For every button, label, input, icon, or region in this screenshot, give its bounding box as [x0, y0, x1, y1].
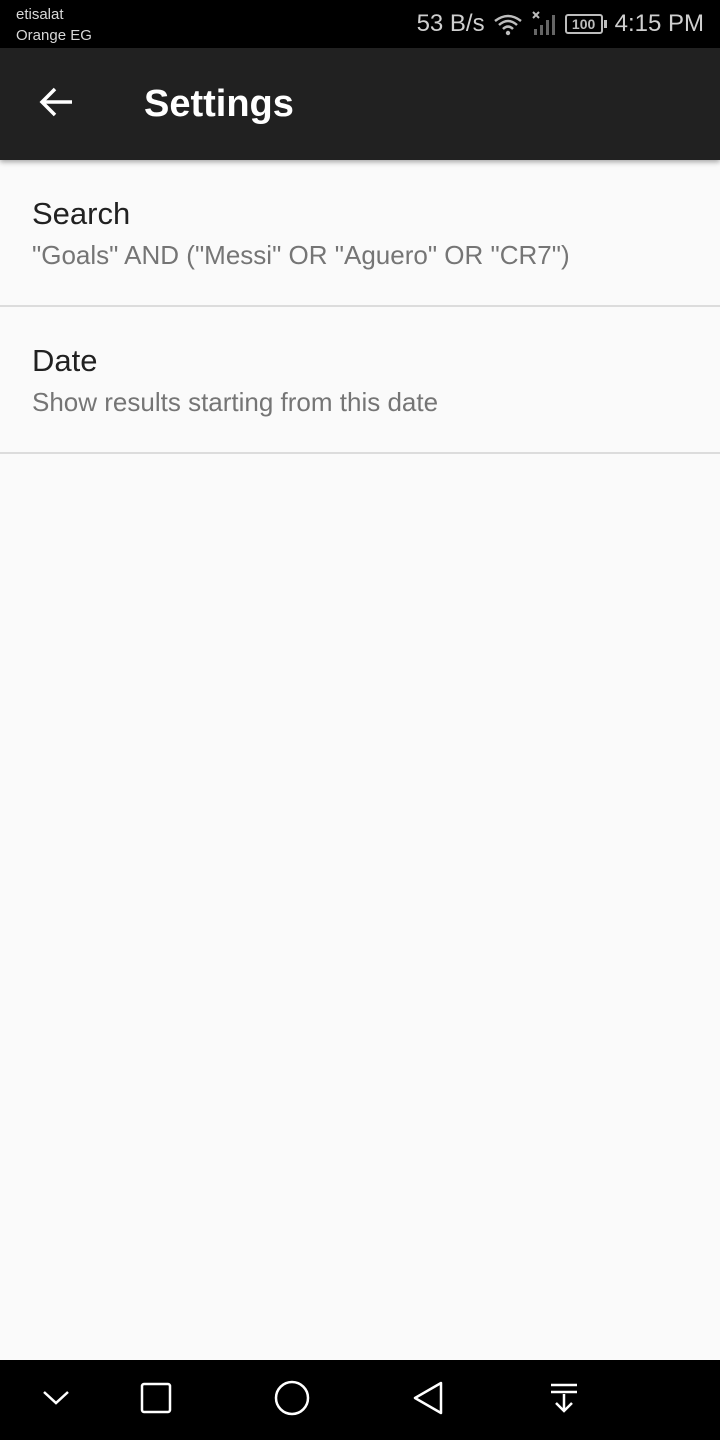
- hide-nav-button[interactable]: [32, 1376, 80, 1424]
- home-button[interactable]: [268, 1376, 316, 1424]
- pref-title: Date: [32, 343, 98, 378]
- status-indicators: 53 B/s 100 4:15 PM: [417, 0, 704, 48]
- battery-icon: 100: [564, 14, 607, 34]
- no-signal-icon: [531, 11, 557, 37]
- pref-summary: "Goals" AND ("Messi" OR "Aguero" OR "CR7…: [32, 240, 570, 270]
- pref-summary: Show results starting from this date: [32, 387, 439, 417]
- back-button[interactable]: [24, 72, 88, 136]
- status-bar: etisalat Orange EG 53 B/s 100 4:15 PM: [0, 0, 720, 48]
- settings-list: Search "Goals" AND ("Messi" OR "Aguero" …: [0, 160, 720, 454]
- arrow-back-icon: [38, 86, 74, 123]
- recents-icon: [140, 1382, 172, 1419]
- back-triangle-icon: [412, 1380, 444, 1421]
- clock: 4:15 PM: [614, 10, 704, 37]
- settings-screen: etisalat Orange EG 53 B/s 100 4:15 PM Se…: [0, 0, 720, 1440]
- carrier-info: etisalat Orange EG: [16, 4, 92, 46]
- carrier-secondary: Orange EG: [16, 27, 92, 44]
- network-speed: 53 B/s: [416, 10, 485, 37]
- home-icon: [274, 1380, 310, 1421]
- system-back-button[interactable]: [404, 1376, 452, 1424]
- page-title: Settings: [144, 83, 294, 125]
- pref-title: Search: [32, 196, 131, 231]
- pref-item-search[interactable]: Search "Goals" AND ("Messi" OR "Aguero" …: [0, 160, 720, 307]
- recents-button[interactable]: [132, 1376, 180, 1424]
- carrier-primary: etisalat: [16, 6, 64, 23]
- pref-item-date[interactable]: Date Show results starting from this dat…: [0, 307, 720, 454]
- app-bar: Settings: [0, 48, 720, 160]
- chevron-down-icon: [42, 1389, 70, 1412]
- wifi-icon: [493, 12, 523, 36]
- notification-pull-button[interactable]: [540, 1376, 588, 1424]
- navigation-bar: [0, 1360, 720, 1440]
- notification-pull-icon: [549, 1382, 579, 1419]
